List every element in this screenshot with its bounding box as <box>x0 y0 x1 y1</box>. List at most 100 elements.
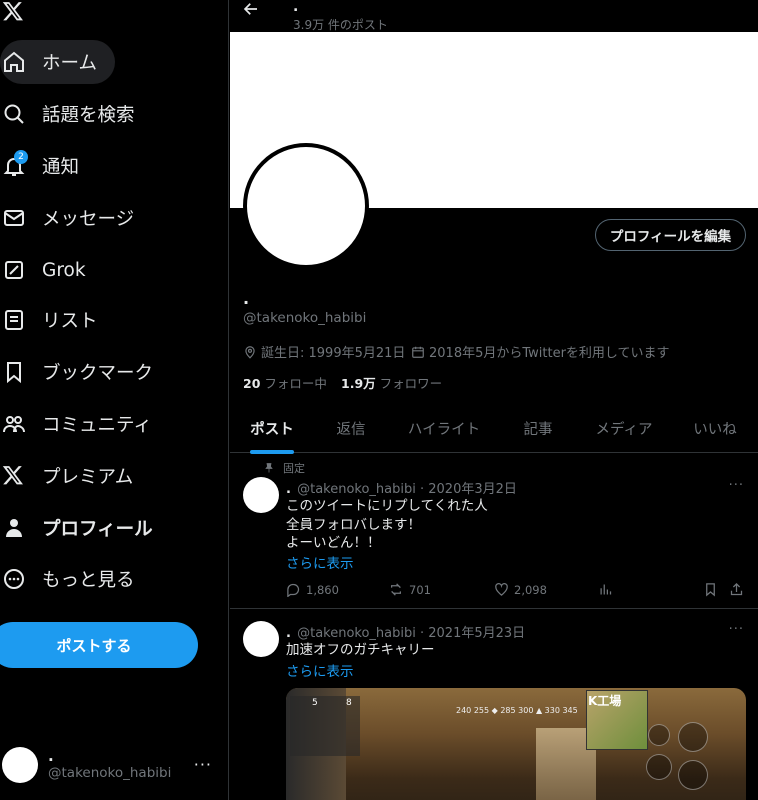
heart-icon <box>495 583 508 596</box>
tab-likes[interactable]: いいね <box>672 403 758 453</box>
location-pin-icon <box>245 345 255 359</box>
sidebar-item-profile[interactable]: プロフィール <box>0 506 171 550</box>
pinned-label: 固定 <box>283 462 305 475</box>
notification-badge: 2 <box>14 150 28 164</box>
analytics-icon <box>600 584 612 595</box>
tab-highlights[interactable]: ハイライト <box>388 403 500 453</box>
reply-button[interactable]: 1,860 <box>286 582 339 597</box>
profile-tabs: ポスト 返信 ハイライト 記事 メディア いいね <box>230 403 758 454</box>
show-more-link[interactable]: さらに表示 <box>286 552 354 572</box>
retweet-count: 701 <box>409 582 431 597</box>
pinned-indicator: 固定 <box>263 460 305 476</box>
hud-level: 8 <box>346 698 352 708</box>
like-button[interactable]: 2,098 <box>494 582 547 597</box>
tweet-more-icon[interactable]: ··· <box>729 622 744 637</box>
hud-compass: 240 255 ◆ 285 300 ▲ 330 345 <box>456 706 578 715</box>
tweet-header: . @takenoko_habibi · 2020年3月2日 <box>286 478 517 497</box>
grok-icon <box>2 258 26 282</box>
tab-replies[interactable]: 返信 <box>314 403 388 453</box>
profile-birthday: 誕生日: 1999年5月21日 <box>243 342 405 361</box>
edit-profile-button[interactable]: プロフィールを編集 <box>595 219 746 251</box>
tweet[interactable]: 固定 . @takenoko_habibi · 2020年3月2日 ··· この… <box>230 453 758 609</box>
profile-main: . 3.9万 件のポスト プロフィールを編集 . @takenoko_habib… <box>230 0 758 800</box>
bookmark-icon <box>2 360 26 384</box>
bookmark-icon <box>706 583 715 597</box>
account-switcher[interactable]: . @takenoko_habibi ··· <box>0 735 222 795</box>
header-name: . <box>293 0 299 15</box>
tweet-meta: @takenoko_habibi · 2020年3月2日 <box>297 482 517 497</box>
account-name: . <box>48 747 54 765</box>
tab-posts[interactable]: ポスト <box>230 403 314 453</box>
sidebar-item-label: 話題を検索 <box>42 105 135 126</box>
tab-media[interactable]: メディア <box>576 403 672 453</box>
reply-count: 1,860 <box>306 582 339 597</box>
sidebar-item-label: プロフィール <box>42 519 153 540</box>
profile-joined: 2018年5月からTwitterを利用しています <box>411 342 670 361</box>
tweet-meta: @takenoko_habibi · 2021年5月23日 <box>297 626 526 641</box>
crosshair-icon <box>678 722 708 752</box>
back-arrow-icon[interactable] <box>242 0 262 18</box>
pin-icon <box>265 463 273 473</box>
account-handle: @takenoko_habibi <box>48 765 172 781</box>
tweet-media-video[interactable]: 5 8 240 255 ◆ 285 300 ▲ 330 345 K工場 <box>286 688 746 800</box>
share-icon <box>730 582 743 596</box>
followers-label: フォロワー <box>379 376 443 391</box>
post-button[interactable]: ポストする <box>0 622 198 668</box>
more-dots-icon[interactable]: ··· <box>194 755 212 774</box>
sidebar-item-notifications[interactable]: 2 通知 <box>0 144 97 188</box>
avatar[interactable] <box>243 621 279 657</box>
sidebar-item-label: メッセージ <box>42 209 135 230</box>
retweet-button[interactable]: 701 <box>388 582 431 597</box>
hud-button <box>678 760 708 790</box>
sidebar-item-explore[interactable]: 話題を検索 <box>0 92 153 136</box>
sidebar-item-communities[interactable]: コミュニティ <box>0 402 170 446</box>
bell-icon: 2 <box>2 150 28 178</box>
sidebar-item-home[interactable]: ホーム <box>0 40 115 84</box>
sidebar-item-lists[interactable]: リスト <box>0 298 116 342</box>
following-link[interactable]: 20 フォロー中 <box>243 373 327 392</box>
views-button[interactable] <box>598 582 618 597</box>
tweet-text: 加速オフのガチキャリー <box>286 642 435 658</box>
following-count: 20 <box>243 376 261 391</box>
mail-icon <box>2 206 26 230</box>
tweet-text: このツイートにリプしてくれた人 全員フォロバします！ よーいどん！！ <box>286 498 488 551</box>
share-button[interactable] <box>729 582 749 597</box>
sidebar-item-label: ホーム <box>42 53 97 74</box>
sidebar-item-messages[interactable]: メッセージ <box>0 196 152 240</box>
followers-count: 1.9万 <box>341 376 376 391</box>
x-logo-icon[interactable] <box>2 0 28 22</box>
tab-articles[interactable]: 記事 <box>500 403 576 453</box>
profile-avatar[interactable] <box>243 143 369 269</box>
tweet-author-name[interactable]: . <box>286 626 291 641</box>
sidebar-item-label: ブックマーク <box>42 363 154 384</box>
retweet-icon <box>391 583 401 596</box>
tweet-author-name[interactable]: . <box>286 482 291 497</box>
tweet-more-icon[interactable]: ··· <box>729 478 744 493</box>
search-icon <box>2 102 26 126</box>
sidebar-item-label: 通知 <box>42 157 80 178</box>
followers-link[interactable]: 1.9万 フォロワー <box>341 373 442 392</box>
sidebar: ホーム 話題を検索 2 通知 メッセージ Grok リスト ブックマーク コミュ… <box>0 0 229 800</box>
like-count: 2,098 <box>514 582 547 597</box>
avatar[interactable] <box>243 477 279 513</box>
sidebar-item-label: もっと見る <box>42 570 135 591</box>
home-icon <box>2 50 26 74</box>
sidebar-item-more[interactable]: もっと見る <box>0 557 153 601</box>
sidebar-item-premium[interactable]: プレミアム <box>0 454 151 498</box>
media-hud-panel: 5 8 <box>290 696 360 756</box>
following-label: フォロー中 <box>264 376 327 391</box>
x-logo-icon <box>2 464 26 488</box>
sidebar-item-label: リスト <box>42 311 98 332</box>
more-circle-icon <box>2 567 26 591</box>
joined-text: 2018年5月からTwitterを利用しています <box>429 346 670 361</box>
avatar <box>2 747 38 783</box>
hud-button <box>646 754 672 780</box>
profile-name: . <box>243 289 250 308</box>
hud-level: 5 <box>312 698 318 708</box>
sidebar-item-grok[interactable]: Grok <box>0 248 104 292</box>
header-post-count: 3.9万 件のポスト <box>293 18 388 32</box>
bookmark-button[interactable] <box>703 582 723 597</box>
sidebar-item-bookmarks[interactable]: ブックマーク <box>0 350 171 394</box>
profile-header: . 3.9万 件のポスト <box>230 0 758 32</box>
show-more-link[interactable]: さらに表示 <box>286 660 354 680</box>
